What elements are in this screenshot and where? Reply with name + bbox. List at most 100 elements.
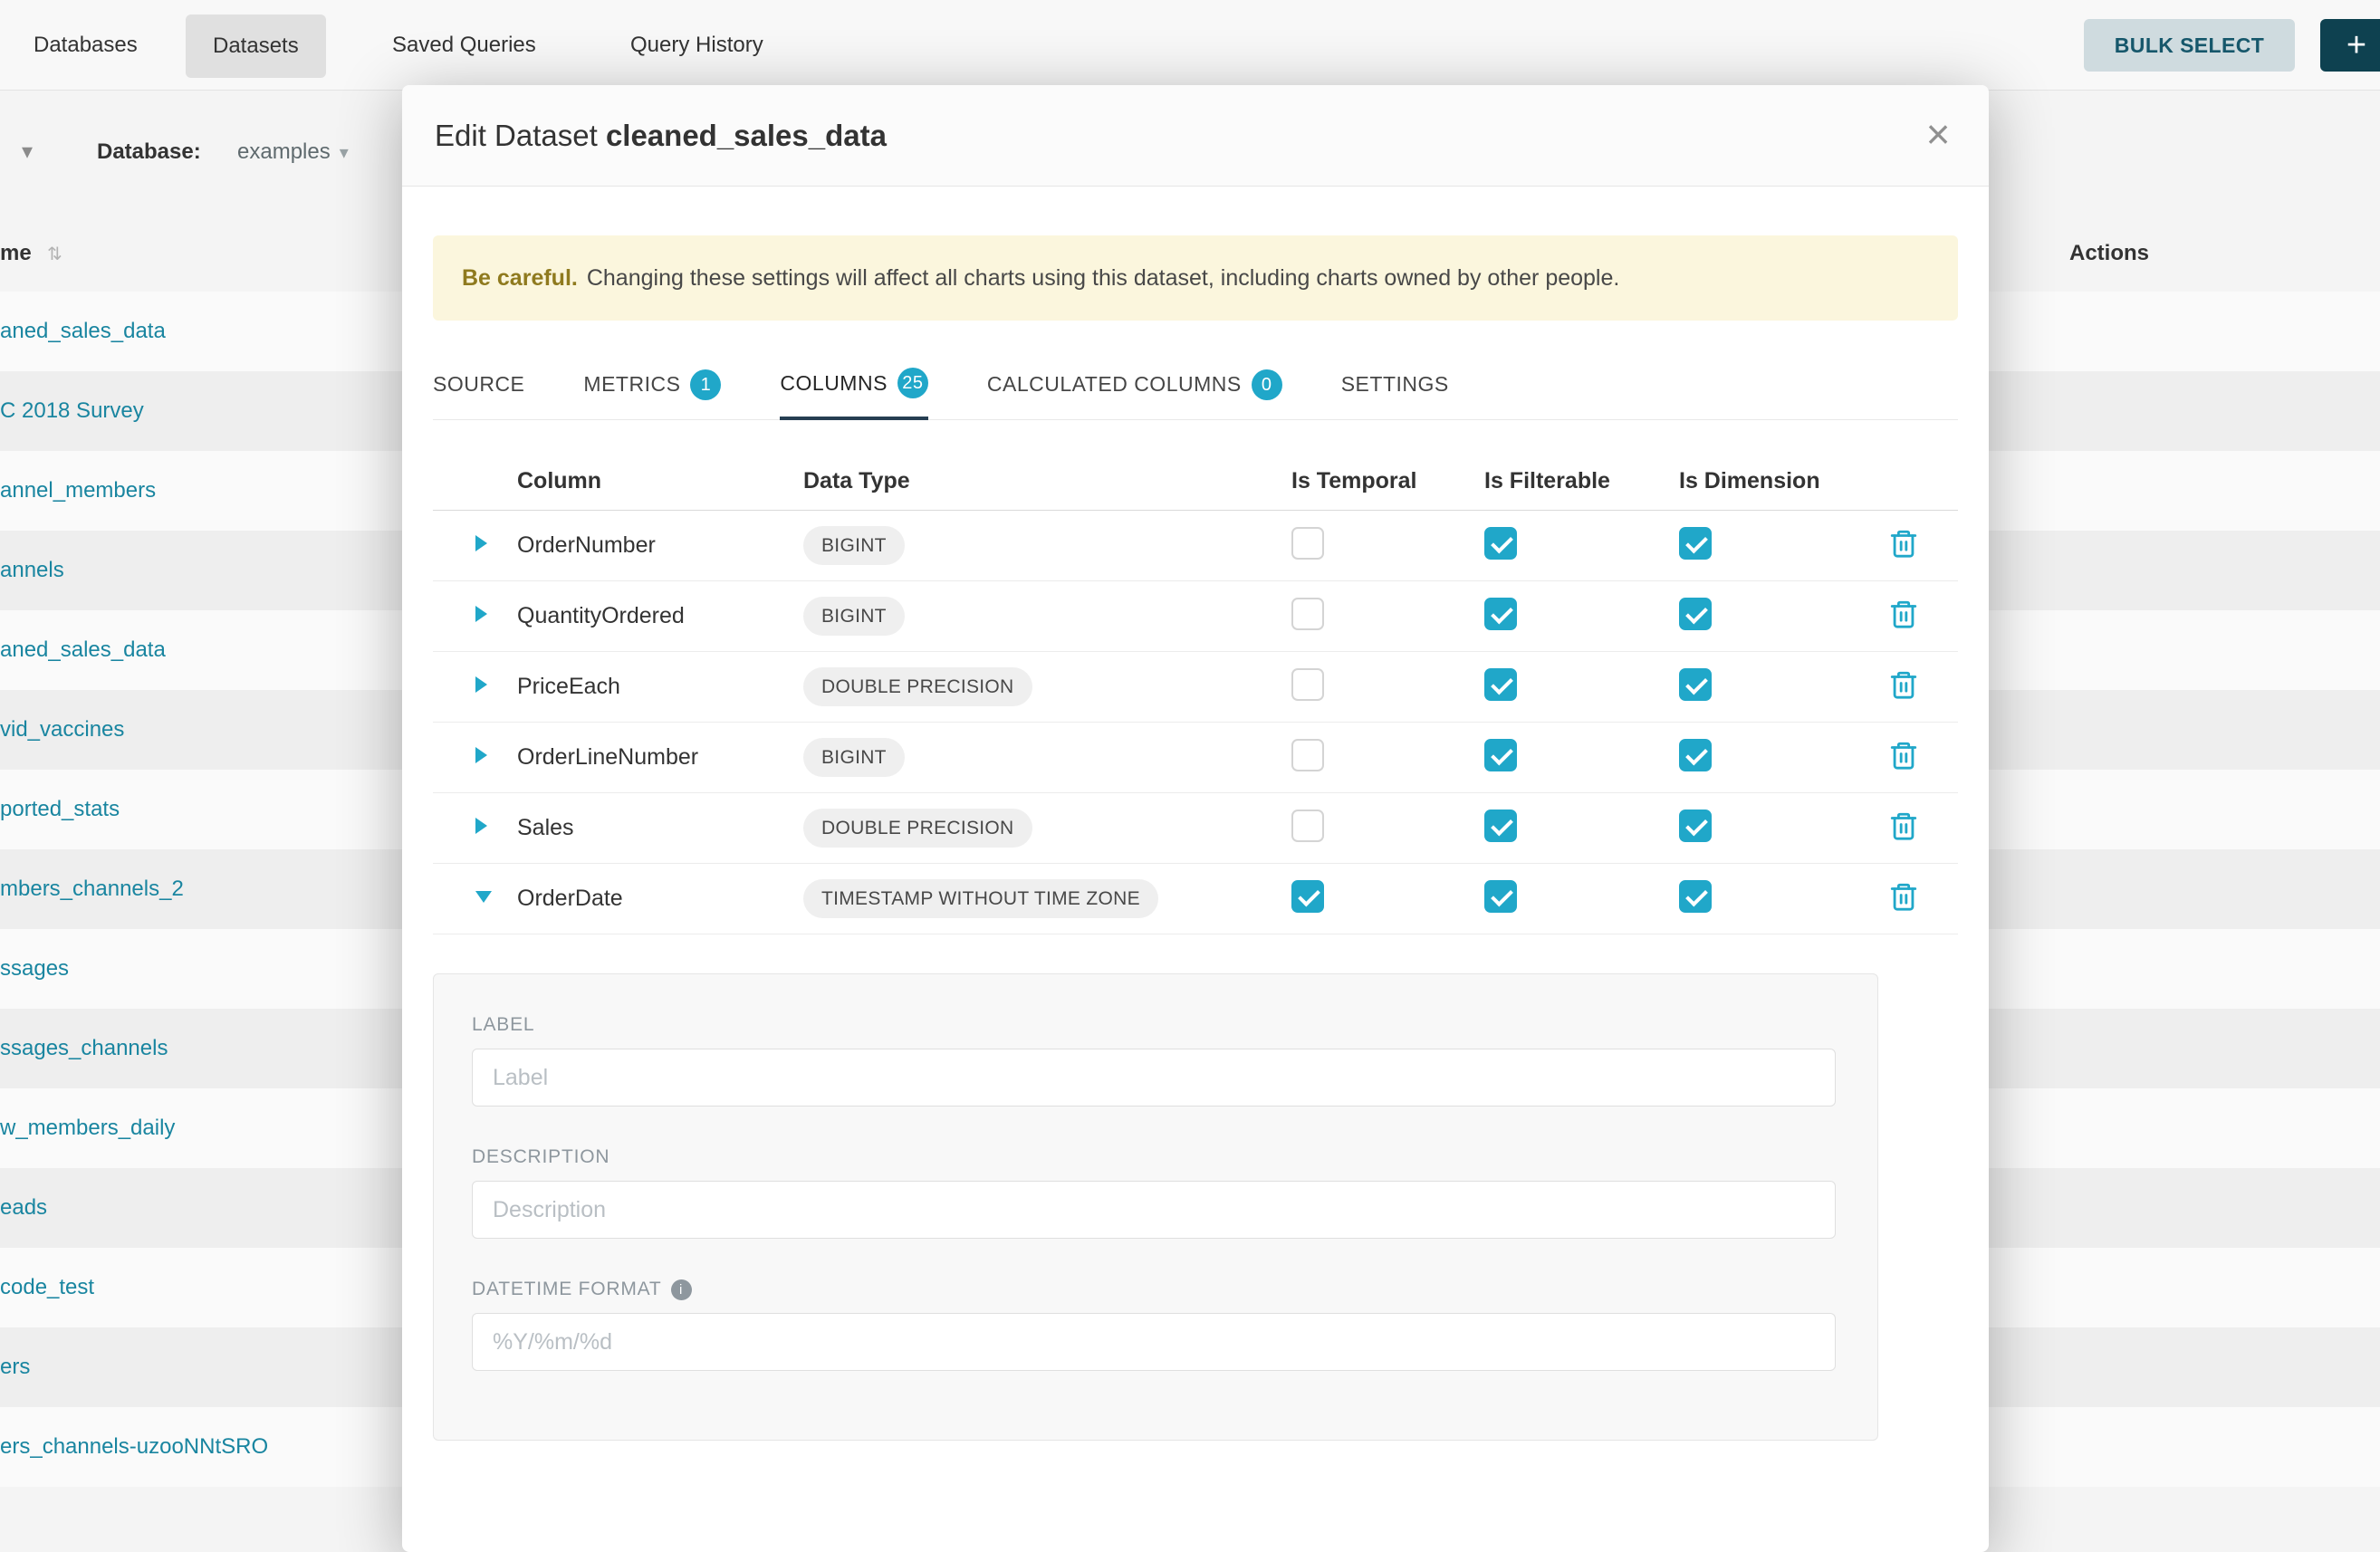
is-dimension-checkbox[interactable] [1679, 739, 1712, 771]
header-is-filterable: Is Filterable [1484, 468, 1679, 494]
dataset-link[interactable]: ported_stats [0, 797, 120, 822]
is-temporal-checkbox[interactable] [1291, 668, 1324, 701]
warning-bold-text: Be careful. [462, 265, 578, 292]
tab-calculated-columns[interactable]: CALCULATED COLUMNS0 [987, 355, 1282, 419]
label-form-group: LABEL [472, 1014, 1836, 1107]
dataset-link[interactable]: ers_channels-uzooNNtSRO [0, 1434, 268, 1460]
columns-table-header: Column Data Type Is Temporal Is Filterab… [433, 453, 1958, 511]
dataset-link[interactable]: ssages [0, 956, 69, 982]
delete-column-icon[interactable] [1888, 810, 1919, 841]
dataset-link[interactable]: ers [0, 1355, 30, 1380]
data-type-pill: TIMESTAMP WITHOUT TIME ZONE [803, 879, 1158, 918]
delete-column-icon[interactable] [1888, 881, 1919, 912]
filter-caret-icon[interactable]: ▾ [22, 139, 33, 165]
nav-item-databases[interactable]: Databases [34, 0, 138, 91]
database-filter-select[interactable]: examples ▾ [237, 139, 349, 165]
expand-caret-icon[interactable] [475, 818, 487, 834]
is-temporal-checkbox[interactable] [1291, 598, 1324, 630]
header-is-dimension: Is Dimension [1679, 468, 1888, 494]
column-name: OrderLineNumber [517, 744, 803, 771]
is-filterable-checkbox[interactable] [1484, 739, 1517, 771]
data-type-pill: BIGINT [803, 738, 905, 777]
datetime-format-label-text: DATETIME FORMAT [472, 1279, 662, 1300]
add-dataset-button[interactable]: + [2320, 19, 2380, 72]
is-filterable-checkbox[interactable] [1484, 668, 1517, 701]
is-dimension-checkbox[interactable] [1679, 810, 1712, 842]
actions-column-header: Actions [2069, 241, 2149, 266]
columns-table-body: OrderNumberBIGINTQuantityOrderedBIGINTPr… [433, 511, 1958, 934]
columns-table: Column Data Type Is Temporal Is Filterab… [433, 453, 1958, 934]
datetime-format-input[interactable] [472, 1313, 1836, 1371]
dataset-link[interactable]: eads [0, 1195, 47, 1221]
tab-label: COLUMNS [780, 371, 888, 396]
name-column-header[interactable]: me [0, 241, 32, 266]
tab-columns[interactable]: COLUMNS 25 [780, 355, 928, 420]
is-filterable-checkbox[interactable] [1484, 810, 1517, 842]
dataset-link[interactable]: annel_members [0, 478, 156, 503]
dataset-link[interactable]: ssages_channels [0, 1036, 168, 1061]
collapse-caret-icon[interactable] [475, 891, 492, 903]
nav-item-saved-queries[interactable]: Saved Queries [392, 0, 536, 91]
is-temporal-checkbox[interactable] [1291, 810, 1324, 842]
column-name: OrderNumber [517, 532, 803, 559]
modal-dataset-name: cleaned_sales_data [606, 119, 887, 152]
modal-title: Edit Dataset cleaned_sales_data [435, 119, 887, 153]
dataset-link[interactable]: mbers_channels_2 [0, 877, 184, 902]
header-data-type: Data Type [803, 468, 1291, 494]
tab-count-badge: 0 [1252, 369, 1282, 400]
tab-settings[interactable]: SETTINGS [1341, 355, 1449, 419]
delete-column-icon[interactable] [1888, 599, 1919, 629]
is-temporal-checkbox[interactable] [1291, 527, 1324, 560]
description-input[interactable] [472, 1181, 1836, 1239]
bulk-select-button[interactable]: BULK SELECT [2084, 19, 2295, 72]
dataset-link[interactable]: w_members_daily [0, 1116, 175, 1141]
tab-metrics[interactable]: METRICS1 [583, 355, 721, 419]
is-dimension-checkbox[interactable] [1679, 527, 1712, 560]
close-icon[interactable]: × [1915, 110, 1962, 158]
data-type-pill: BIGINT [803, 597, 905, 636]
expand-caret-icon[interactable] [475, 606, 487, 622]
info-icon[interactable]: i [671, 1279, 692, 1300]
column-row: PriceEachDOUBLE PRECISION [433, 652, 1958, 723]
column-row: OrderLineNumberBIGINT [433, 723, 1958, 793]
sort-icon[interactable]: ⇅ [47, 243, 62, 265]
is-filterable-checkbox[interactable] [1484, 880, 1517, 913]
dataset-link[interactable]: code_test [0, 1275, 94, 1300]
delete-column-icon[interactable] [1888, 528, 1919, 559]
tab-source[interactable]: SOURCE [433, 355, 524, 419]
dataset-link[interactable]: aned_sales_data [0, 319, 166, 344]
tab-label: SOURCE [433, 372, 524, 397]
is-filterable-checkbox[interactable] [1484, 527, 1517, 560]
column-row: SalesDOUBLE PRECISION [433, 793, 1958, 864]
label-field-label-text: LABEL [472, 1014, 534, 1036]
is-dimension-checkbox[interactable] [1679, 880, 1712, 913]
database-filter-value: examples [237, 139, 331, 164]
expand-caret-icon[interactable] [475, 535, 487, 551]
expand-caret-icon[interactable] [475, 676, 487, 693]
is-temporal-checkbox[interactable] [1291, 880, 1324, 913]
tab-label: SETTINGS [1341, 372, 1449, 397]
dataset-link[interactable]: C 2018 Survey [0, 398, 144, 424]
column-name: PriceEach [517, 674, 803, 700]
chevron-down-icon: ▾ [340, 143, 349, 163]
nav-item-datasets[interactable]: Datasets [186, 14, 326, 78]
dataset-link[interactable]: vid_vaccines [0, 717, 124, 742]
modal-header: Edit Dataset cleaned_sales_data × [402, 85, 1989, 187]
expand-caret-icon[interactable] [475, 747, 487, 763]
column-name: QuantityOrdered [517, 603, 803, 629]
description-form-group: DESCRIPTION [472, 1146, 1836, 1239]
is-dimension-checkbox[interactable] [1679, 598, 1712, 630]
label-input[interactable] [472, 1049, 1836, 1107]
is-dimension-checkbox[interactable] [1679, 668, 1712, 701]
dataset-link[interactable]: annels [0, 558, 64, 583]
nav-item-query-history[interactable]: Query History [630, 0, 763, 91]
is-filterable-checkbox[interactable] [1484, 598, 1517, 630]
delete-column-icon[interactable] [1888, 740, 1919, 771]
tab-count-badge: 25 [897, 368, 928, 398]
dataset-link[interactable]: aned_sales_data [0, 637, 166, 663]
edit-dataset-modal: Edit Dataset cleaned_sales_data × Be car… [402, 85, 1989, 1552]
delete-column-icon[interactable] [1888, 669, 1919, 700]
tab-count-badge: 1 [690, 369, 721, 400]
is-temporal-checkbox[interactable] [1291, 739, 1324, 771]
column-detail-panel: LABEL DESCRIPTION DATETIME FORMAT i [433, 973, 1878, 1441]
